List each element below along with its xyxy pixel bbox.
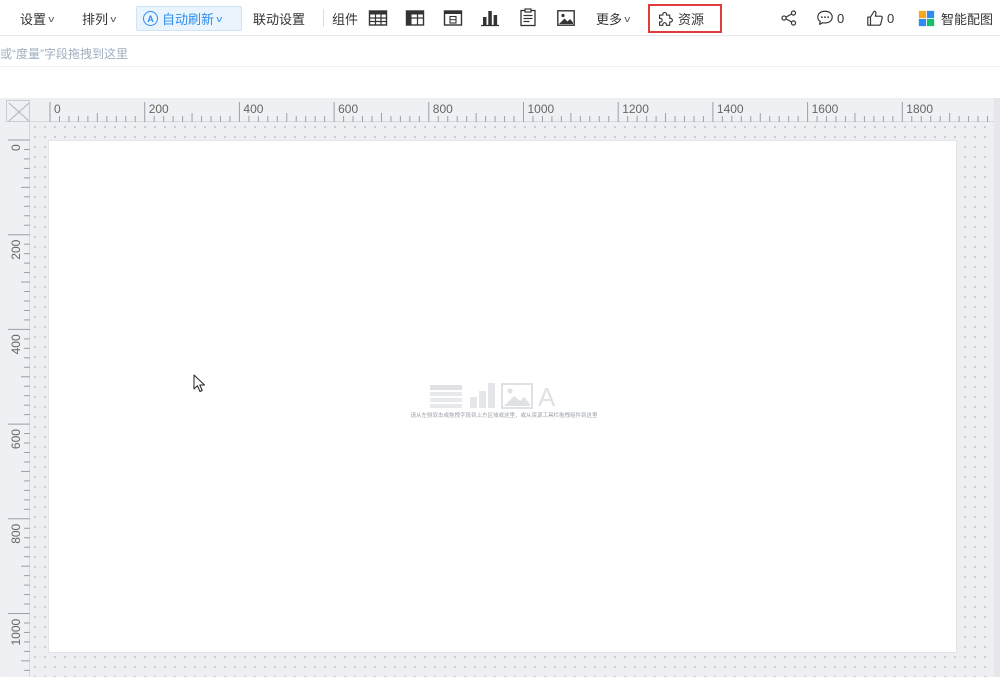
arrange-label: 排列 (82, 12, 109, 27)
chevron-down-icon: v (48, 13, 55, 24)
auto-refresh-label: 自动刷新 (162, 12, 215, 27)
chevron-down-icon: v (110, 13, 117, 24)
mouse-cursor-icon (193, 374, 205, 392)
settings-menu[interactable]: 设置 v (20, 6, 54, 31)
field-drop-zone[interactable]: 或“度量”字段拖拽到这里 (0, 37, 1000, 67)
settings-label: 设置 (20, 12, 47, 27)
ruler-corner-icon (8, 102, 30, 122)
comment-icon (817, 10, 833, 25)
ruler-v-label: 400 (9, 334, 23, 354)
empty-table-icon (430, 385, 462, 408)
drop-hint-text: 或“度量”字段拖拽到这里 (0, 47, 128, 61)
text-card-icon[interactable] (518, 8, 538, 28)
smart-chart-label: 智能配图 (941, 11, 994, 27)
toolbar-divider (323, 9, 324, 27)
puzzle-icon (658, 11, 673, 26)
chevron-down-icon: v (624, 13, 631, 24)
likes-count: 0 (887, 10, 895, 26)
arrange-menu[interactable]: 排列 v (82, 6, 116, 31)
comments-button[interactable]: 0 (816, 8, 844, 28)
toolbar: 设置 v 排列 v A 自动刷新 v 联动设置 组件 更多 v 资源 0 0 智… (0, 0, 1000, 36)
share-button[interactable] (780, 8, 798, 28)
crosstab-icon[interactable] (443, 8, 463, 28)
empty-bar-chart-icon (470, 383, 495, 408)
ruler-h-label: 1400 (717, 102, 744, 116)
ruler-h-label: 800 (433, 102, 453, 116)
ruler-h-label: 1200 (622, 102, 649, 116)
ruler-h-label: 400 (243, 102, 263, 116)
ruler-h-label: 600 (338, 102, 358, 116)
thumbs-up-icon (867, 10, 883, 26)
ruler-h-label: 1000 (528, 102, 555, 116)
ruler-h-label: 0 (54, 102, 61, 116)
image-icon[interactable] (556, 8, 576, 28)
vertical-ruler-scale: 0 200 400 600 800 1000 (8, 139, 30, 671)
linkage-label: 联动设置 (253, 12, 306, 27)
empty-image-icon (501, 383, 533, 409)
chevron-down-icon: v (216, 13, 223, 24)
components-label: 组件 (332, 6, 358, 31)
like-button[interactable]: 0 (866, 8, 894, 28)
linkage-settings-button[interactable]: 联动设置 (253, 6, 305, 31)
empty-state-illustration: A (430, 382, 556, 412)
vertical-ruler: 0 200 400 600 800 1000 (6, 122, 30, 677)
horizontal-ruler: 0 200 400 600 800 1000 1200 1400 1600 1800 (30, 100, 1000, 122)
smart-chart-button[interactable]: 智能配图 (918, 8, 993, 28)
smart-chart-icon (918, 10, 935, 26)
ruler-corner[interactable] (6, 100, 30, 122)
empty-text-icon: A (538, 382, 556, 412)
ruler-h-label: 1800 (906, 102, 933, 116)
auto-refresh-button[interactable]: A 自动刷新 v (136, 6, 242, 31)
ruler-v-label: 0 (9, 144, 23, 151)
ruler-v-label: 800 (9, 523, 23, 543)
horizontal-ruler-scale: 0 200 400 600 800 1000 1200 1400 1600 1800 (49, 102, 998, 122)
pivot-table-icon[interactable] (405, 8, 425, 28)
resources-button[interactable]: 资源 (648, 4, 722, 33)
auto-refresh-icon: A (143, 11, 158, 26)
report-page[interactable]: A 请从左侧双击或拖拽字段到上方区域或这里，或从资源工具栏拖拽组件到这里 (48, 140, 957, 653)
empty-state-hint: 请从左侧双击或拖拽字段到上方区域或这里，或从资源工具栏拖拽组件到这里 (410, 413, 598, 419)
ruler-h-label: 1600 (812, 102, 839, 116)
ruler-v-label: 600 (9, 429, 23, 449)
more-label: 更多 (596, 12, 623, 27)
ruler-v-label: 200 (9, 239, 23, 259)
share-icon (781, 10, 797, 26)
more-menu[interactable]: 更多 v (596, 6, 630, 31)
ruler-h-label: 200 (149, 102, 169, 116)
ruler-v-label: 1000 (9, 618, 23, 645)
resources-label: 资源 (678, 12, 705, 27)
table-icon[interactable] (368, 8, 388, 28)
comments-count: 0 (837, 10, 845, 26)
components-text: 组件 (332, 12, 359, 27)
bar-chart-icon[interactable] (480, 8, 500, 28)
vertical-scrollbar[interactable] (994, 98, 1000, 677)
